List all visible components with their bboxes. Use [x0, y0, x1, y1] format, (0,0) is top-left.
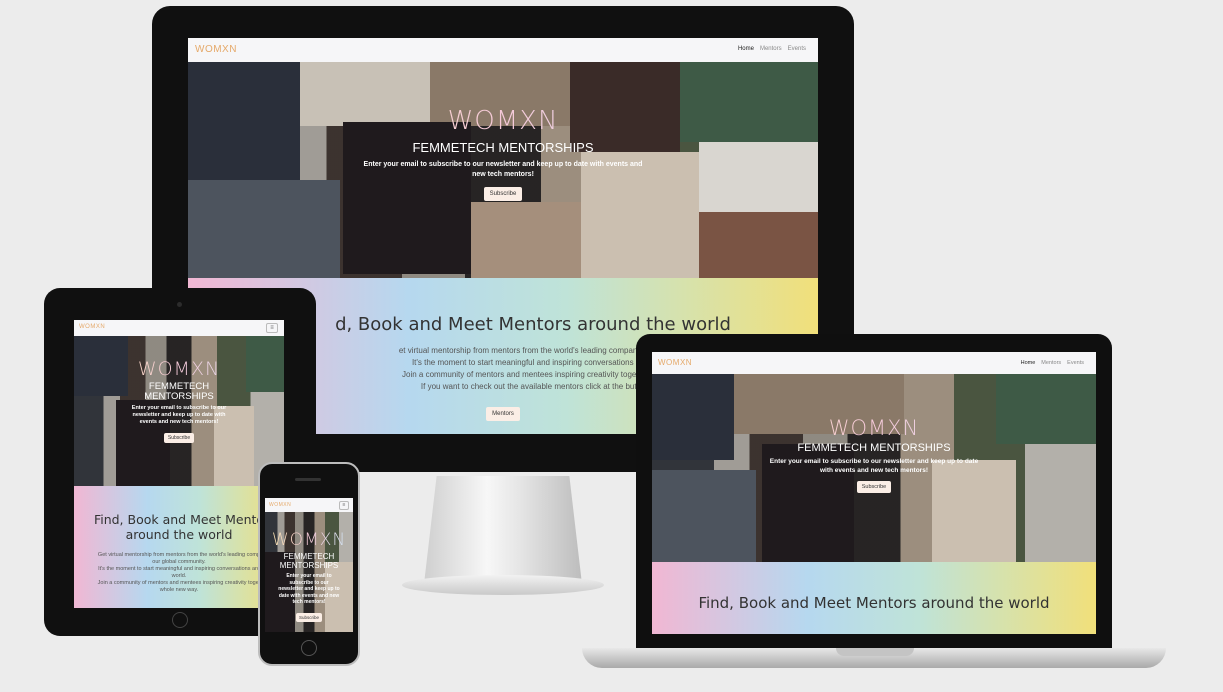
tablet-navbar: WOMXN ≡: [74, 320, 284, 337]
hamburger-icon[interactable]: ≡: [266, 323, 278, 333]
hero-photo-meeting: [471, 202, 581, 278]
nav-home-link[interactable]: Home: [738, 46, 754, 52]
hero-subtitle: FEMMETECH MENTORSHIPS: [144, 381, 214, 402]
hero-subtitle: FEMMETECH MENTORSHIPS: [279, 552, 339, 570]
monitor-stand: [424, 476, 582, 584]
hero-tagline: Enter your email to subscribe to our new…: [131, 405, 227, 425]
tablet-screen: WOMXN ≡ WOMXN FEMMETECH MENTORSHIPS Ente…: [74, 320, 284, 608]
laptop-about-band: Find, Book and Meet Mentors around the w…: [652, 562, 1096, 634]
about-heading-line: around the world: [125, 527, 233, 542]
laptop-navbar: WOMXN Home Mentors Events: [652, 352, 1096, 375]
about-line: whole new way.: [159, 587, 199, 593]
hero-title: WOMXN: [265, 530, 353, 550]
hero-tagline: Enter your email to subscribe to our new…: [363, 161, 643, 178]
nav-home-link[interactable]: Home: [1021, 360, 1036, 366]
about-line: world.: [171, 573, 187, 579]
laptop-logo[interactable]: WOMXN: [658, 358, 692, 367]
nav-mentors-link[interactable]: Mentors: [1041, 360, 1061, 366]
laptop-hero-overlay: WOMXN FEMMETECH MENTORSHIPS Enter your e…: [652, 416, 1096, 493]
laptop-screen: WOMXN Home Mentors Events WOMXN FEMMETEC…: [652, 352, 1096, 634]
about-line: Get virtual mentorship from mentors from…: [97, 552, 261, 558]
about-text: Get virtual mentorship from mentors from…: [74, 552, 284, 594]
about-heading: Find, Book and Meet Mentors around the w…: [698, 594, 1050, 612]
subscribe-button[interactable]: Subscribe: [483, 187, 523, 201]
nav-events-link[interactable]: Events: [788, 46, 806, 52]
hero-tagline: Enter your email to subscribe to our new…: [769, 458, 979, 474]
nav-events-link[interactable]: Events: [1067, 360, 1084, 366]
about-line: It's the moment to start meaningful and …: [98, 566, 260, 572]
laptop-hero: WOMXN FEMMETECH MENTORSHIPS Enter your e…: [652, 374, 1096, 562]
subscribe-button[interactable]: Subscribe: [295, 612, 322, 622]
phone-screen: WOMXN ≡ WOMXN FEMMETECH MENTORSHIPS Ente…: [265, 498, 353, 632]
hero-tagline: Enter your email to subscribe to our new…: [278, 573, 340, 605]
tablet-hero: WOMXN FEMMETECH MENTORSHIPS Enter your e…: [74, 336, 284, 486]
about-heading-line: Find, Book and Meet Mento: [93, 512, 265, 527]
nav-mentors-link[interactable]: Mentors: [760, 46, 782, 52]
hero-title: WOMXN: [652, 416, 1096, 440]
hamburger-icon[interactable]: ≡: [339, 501, 349, 510]
phone-hero: WOMXN FEMMETECH MENTORSHIPS Enter your e…: [265, 512, 353, 632]
tablet-hero-overlay: WOMXN FEMMETECH MENTORSHIPS Enter your e…: [74, 358, 284, 444]
desktop-hero-overlay: WOMXN FEMMETECH MENTORSHIPS Enter your e…: [188, 106, 818, 201]
tablet-logo[interactable]: WOMXN: [79, 324, 105, 330]
tablet-about-band: Find, Book and Meet Mento around the wor…: [74, 486, 284, 608]
desktop-nav-links: Home Mentors Events: [738, 46, 806, 52]
subscribe-button[interactable]: Subscribe: [163, 433, 195, 443]
mentors-button[interactable]: Mentors: [486, 407, 520, 421]
phone-speaker: [295, 478, 321, 481]
phone-home-button[interactable]: [301, 640, 317, 656]
desktop-hero: WOMXN FEMMETECH MENTORSHIPS Enter your e…: [188, 62, 818, 278]
about-heading: Find, Book and Meet Mento around the wor…: [74, 512, 284, 542]
phone-hero-overlay: WOMXN FEMMETECH MENTORSHIPS Enter your e…: [265, 530, 353, 624]
phone-navbar: WOMXN ≡: [265, 498, 353, 513]
phone-logo[interactable]: WOMXN: [269, 502, 291, 508]
hero-title: WOMXN: [74, 358, 284, 380]
laptop-nav-links: Home Mentors Events: [1021, 360, 1084, 366]
about-line: our global community.: [152, 559, 206, 565]
hero-subtitle: FEMMETECH MENTORSHIPS: [412, 140, 594, 155]
tablet-home-button[interactable]: [172, 612, 188, 628]
tablet-camera: [177, 302, 182, 307]
laptop-notch: [836, 648, 914, 656]
monitor-base: [402, 575, 604, 595]
hero-title: WOMXN: [188, 106, 818, 136]
about-line: Join a community of mentors and mentees …: [97, 580, 261, 586]
hero-subtitle: FEMMETECH MENTORSHIPS: [797, 442, 951, 454]
hero-photo-redhead: [699, 212, 818, 278]
desktop-navbar: WOMXN Home Mentors Events: [188, 38, 818, 63]
desktop-logo[interactable]: WOMXN: [195, 44, 237, 55]
subscribe-button[interactable]: Subscribe: [856, 481, 892, 493]
